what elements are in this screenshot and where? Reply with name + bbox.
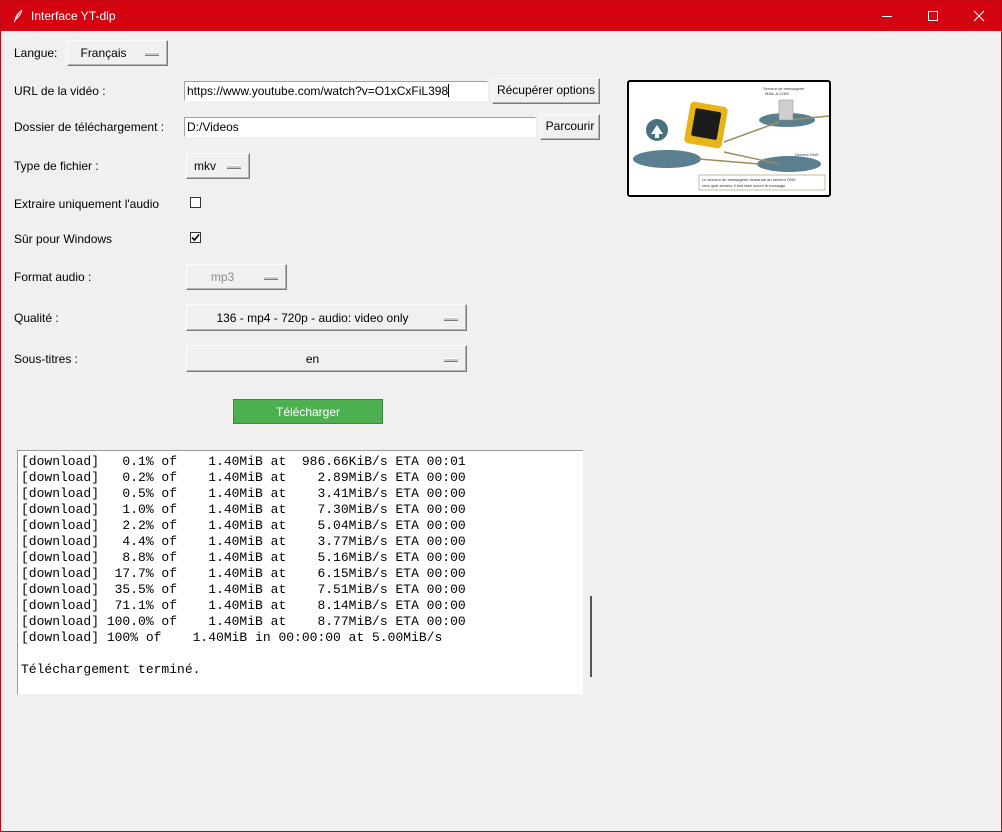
thumbnail-caption-2: vers quel serveur il doit faire suivre l… [702,183,786,188]
fetch-options-button[interactable]: Récupérer options [492,78,600,104]
log-line: [download] 2.2% of 1.40MiB at 5.04MiB/s … [21,518,466,533]
url-input[interactable]: https://www.youtube.com/watch?v=O1xCxFiL… [184,81,488,101]
url-value: https://www.youtube.com/watch?v=O1xCxFiL… [187,84,449,98]
quality-select[interactable]: 136 - mp4 - 720p - audio: video only [186,304,467,331]
audio-format-value: mp3 [210,270,235,284]
filetype-value: mkv [194,159,216,173]
title-bar[interactable]: Interface YT-dlp [1,1,1001,31]
close-button[interactable] [956,1,1002,31]
subtitles-value: en [305,352,320,366]
windows-safe-label: Sûr pour Windows [14,232,113,246]
thumbnail-image: Serveur de messagerie MAIL.A.COM Serveur… [629,82,829,195]
audio-only-label: Extraire uniquement l'audio [14,197,160,211]
subtitles-label: Sous-titres : [14,352,79,366]
browse-button[interactable]: Parcourir [540,114,600,140]
log-line: [download] 1.0% of 1.40MiB at 7.30MiB/s … [21,502,466,517]
thumbnail-text-dns: Serveur DNS [795,152,819,157]
log-scrollbar[interactable] [590,596,592,677]
app-window: Interface YT-dlp Langue: Français URL de… [0,0,1002,832]
close-icon [973,10,985,22]
log-line: [download] 17.7% of 1.40MiB at 6.15MiB/s… [21,566,466,581]
folder-input[interactable]: D:/Videos [184,117,536,137]
log-line: [download] 0.2% of 1.40MiB at 2.89MiB/s … [21,470,466,485]
maximize-button[interactable] [910,1,956,31]
text-cursor [448,84,450,97]
log-text: [download] 0.1% of 1.40MiB at 986.66KiB/… [21,454,466,678]
quality-label: Qualité : [14,311,59,325]
audio-format-label: Format audio : [14,270,92,284]
filetype-label: Type de fichier : [14,159,99,173]
video-thumbnail: Serveur de messagerie MAIL.A.COM Serveur… [627,80,831,197]
audio-only-checkbox[interactable] [190,197,201,208]
language-select[interactable]: Français [67,40,168,66]
window-title: Interface YT-dlp [31,9,116,23]
folder-label: Dossier de téléchargement : [14,120,165,134]
dropdown-indicator-icon [145,52,159,56]
dropdown-indicator-icon [444,357,458,362]
log-line: [download] 4.4% of 1.40MiB at 3.77MiB/s … [21,534,466,549]
log-line: [download] 8.8% of 1.40MiB at 5.16MiB/s … [21,550,466,565]
log-line: [download] 100% of 1.40MiB in 00:00:00 a… [21,630,443,645]
log-line: [download] 100.0% of 1.40MiB at 8.77MiB/… [21,614,466,629]
log-line: [download] 0.1% of 1.40MiB at 986.66KiB/… [21,454,466,469]
dropdown-indicator-icon [264,276,278,280]
minimize-icon [882,16,892,17]
log-output[interactable]: [download] 0.1% of 1.40MiB at 986.66KiB/… [17,450,583,694]
download-button[interactable]: Télécharger [233,399,383,424]
log-line: [download] 35.5% of 1.40MiB at 7.51MiB/s… [21,582,466,597]
thumbnail-text-domain: MAIL.A.COM [765,91,789,96]
log-line: [download] 71.1% of 1.40MiB at 8.14MiB/s… [21,598,466,613]
url-label: URL de la vidéo : [14,84,106,98]
minimize-button[interactable] [864,1,910,31]
checkmark-icon [191,233,200,242]
language-value: Français [80,46,127,60]
windows-safe-checkbox[interactable] [190,232,201,243]
maximize-icon [928,11,938,21]
filetype-select[interactable]: mkv [186,153,250,179]
log-line: [download] 0.5% of 1.40MiB at 3.41MiB/s … [21,486,466,501]
thumbnail-caption-1: Le serveur de messagerie demande au serv… [702,177,796,182]
subtitles-select[interactable]: en [186,345,467,372]
quality-value: 136 - mp4 - 720p - audio: video only [216,311,409,325]
audio-format-select[interactable]: mp3 [186,264,287,290]
dropdown-indicator-icon [444,316,458,321]
log-line: Téléchargement terminé. [21,662,201,677]
dropdown-indicator-icon [227,165,241,169]
language-label: Langue: [14,46,58,60]
feather-icon [14,9,23,22]
